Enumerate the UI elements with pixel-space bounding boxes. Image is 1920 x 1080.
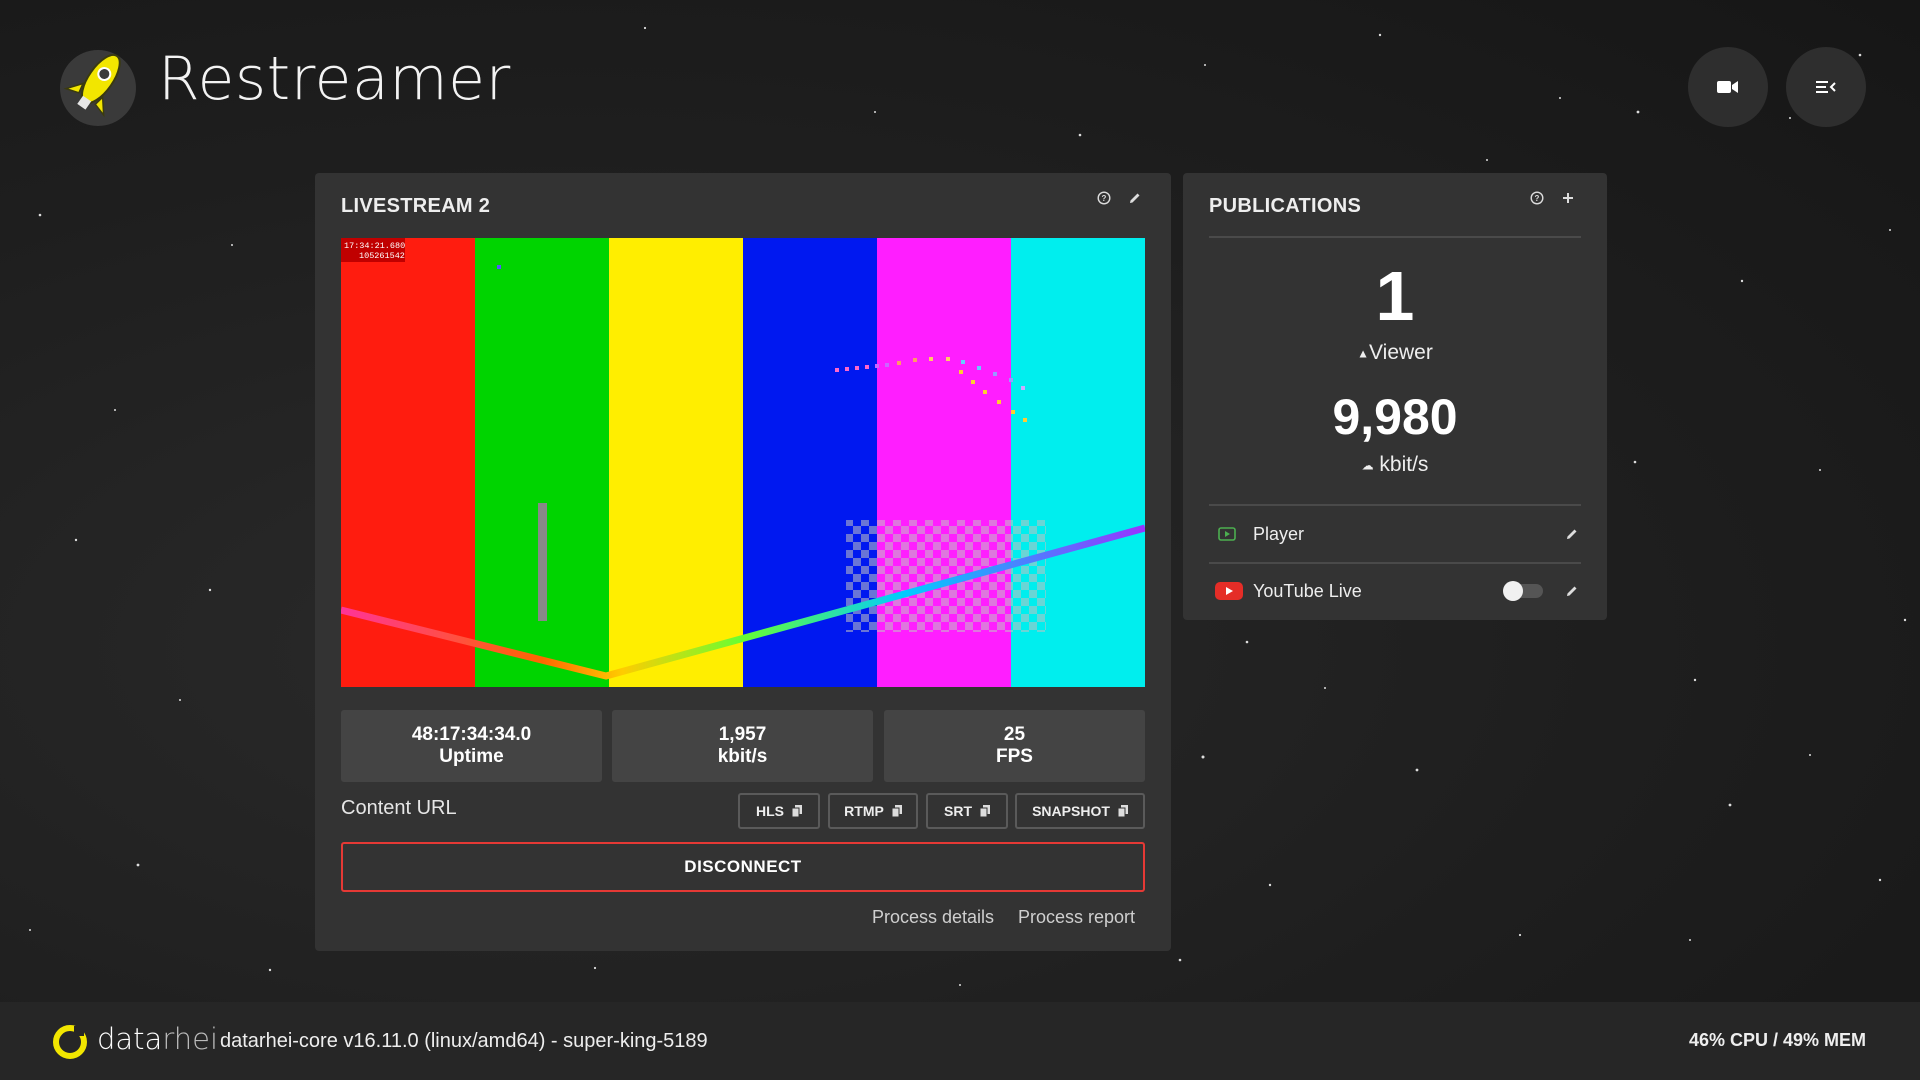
svg-text:?: ? [1102,194,1107,203]
brand-part-2: rhei [162,1022,219,1056]
uptime-stat: 48:17:34:34.0 Uptime [341,710,602,782]
core-version: datarhei-core v16.11.0 (linux/amd64) - s… [220,1030,708,1052]
bitrate-unit: kbit/s [1379,453,1429,476]
youtube-icon [1215,582,1243,600]
copy-icon [980,805,990,817]
uptime-label: Uptime [439,746,504,767]
bitrate-stat: 1,957 kbit/s [612,710,873,782]
copy-icon [792,805,802,817]
add-publication-button[interactable] [1559,189,1577,207]
datarhei-logo-icon [53,1025,87,1059]
divider [1209,236,1581,238]
copy-icon [891,805,902,817]
bitrate-value: 1,957 [718,724,767,745]
srt-label: SRT [944,803,972,819]
process-details-link[interactable]: Process details [872,907,994,928]
edit-stream-icon[interactable] [1126,189,1144,207]
player-icon [1218,527,1236,541]
svg-text:?: ? [1535,194,1540,203]
camera-button[interactable] [1688,47,1768,127]
rtmp-label: RTMP [844,803,884,819]
footer: datarhei datarhei-core v16.11.0 (linux/a… [0,1002,1920,1080]
youtube-live-toggle[interactable] [1503,581,1543,601]
livestream-title: LIVESTREAM 2 [341,195,491,217]
overlay-frame-number: 105261542 [359,251,405,261]
srt-copy-button[interactable]: SRT [926,793,1008,829]
publication-youtube-live[interactable]: YouTube Live [1209,563,1581,619]
test-pattern-bar [341,238,476,687]
help-icon[interactable]: ? [1528,189,1546,207]
rtmp-copy-button[interactable]: RTMP [828,793,918,829]
person-icon: ▲ [1357,346,1370,361]
toggle-knob [1503,581,1523,601]
edit-icon[interactable] [1565,584,1579,598]
snapshot-label: SNAPSHOT [1032,803,1110,819]
video-camera-icon [1717,81,1738,93]
fps-label: FPS [996,746,1033,767]
brand-part-1: data [97,1022,163,1056]
upload-cloud-icon: ☁ [1361,458,1374,473]
overlay-timecode: 17:34:21.680 [344,241,405,251]
datarhei-brand[interactable]: datarhei [97,1022,218,1056]
fps-value: 25 [1003,724,1026,745]
publication-bitrate: 9,980 [1332,389,1458,445]
video-preview[interactable]: 17:34:21.680 105261542 [341,238,1145,687]
menu-button[interactable] [1786,47,1866,127]
uptime-value: 48:17:34:34.0 [411,724,532,745]
bitrate-label: kbit/s [717,746,768,767]
livestream-panel: LIVESTREAM 2 ? 17:34:21.680 105261542 48… [315,173,1171,951]
hls-copy-button[interactable]: HLS [738,793,820,829]
menu-open-icon [1816,81,1836,93]
help-icon[interactable]: ? [1095,189,1113,207]
fps-stat: 25 FPS [884,710,1145,782]
bitrate-label-row: ☁ kbit/s [1183,453,1607,477]
app-title: Restreamer [158,44,511,114]
viewer-label: Viewer [1369,341,1433,364]
copy-icon [1117,805,1128,817]
restreamer-logo [55,40,141,126]
test-pattern-bar [609,238,744,687]
viewer-label-row: ▲Viewer [1183,341,1607,365]
hls-label: HLS [756,803,784,819]
publications-panel: PUBLICATIONS ? 1 ▲Viewer 9,980 ☁ kbit/s … [1183,173,1607,620]
publication-name: YouTube Live [1253,580,1362,601]
content-url-label: Content URL [341,797,457,819]
system-stats: 46% CPU / 49% MEM [1688,1030,1866,1050]
publication-name: Player [1253,523,1305,544]
viewer-count: 1 [1375,257,1415,335]
snapshot-copy-button[interactable]: SNAPSHOT [1015,793,1145,829]
publication-player[interactable]: Player [1209,506,1581,562]
process-report-link[interactable]: Process report [1018,907,1135,928]
edit-icon[interactable] [1565,527,1579,541]
plus-icon [1563,193,1573,203]
publications-title: PUBLICATIONS [1209,195,1362,217]
disconnect-button[interactable]: DISCONNECT [341,842,1145,892]
